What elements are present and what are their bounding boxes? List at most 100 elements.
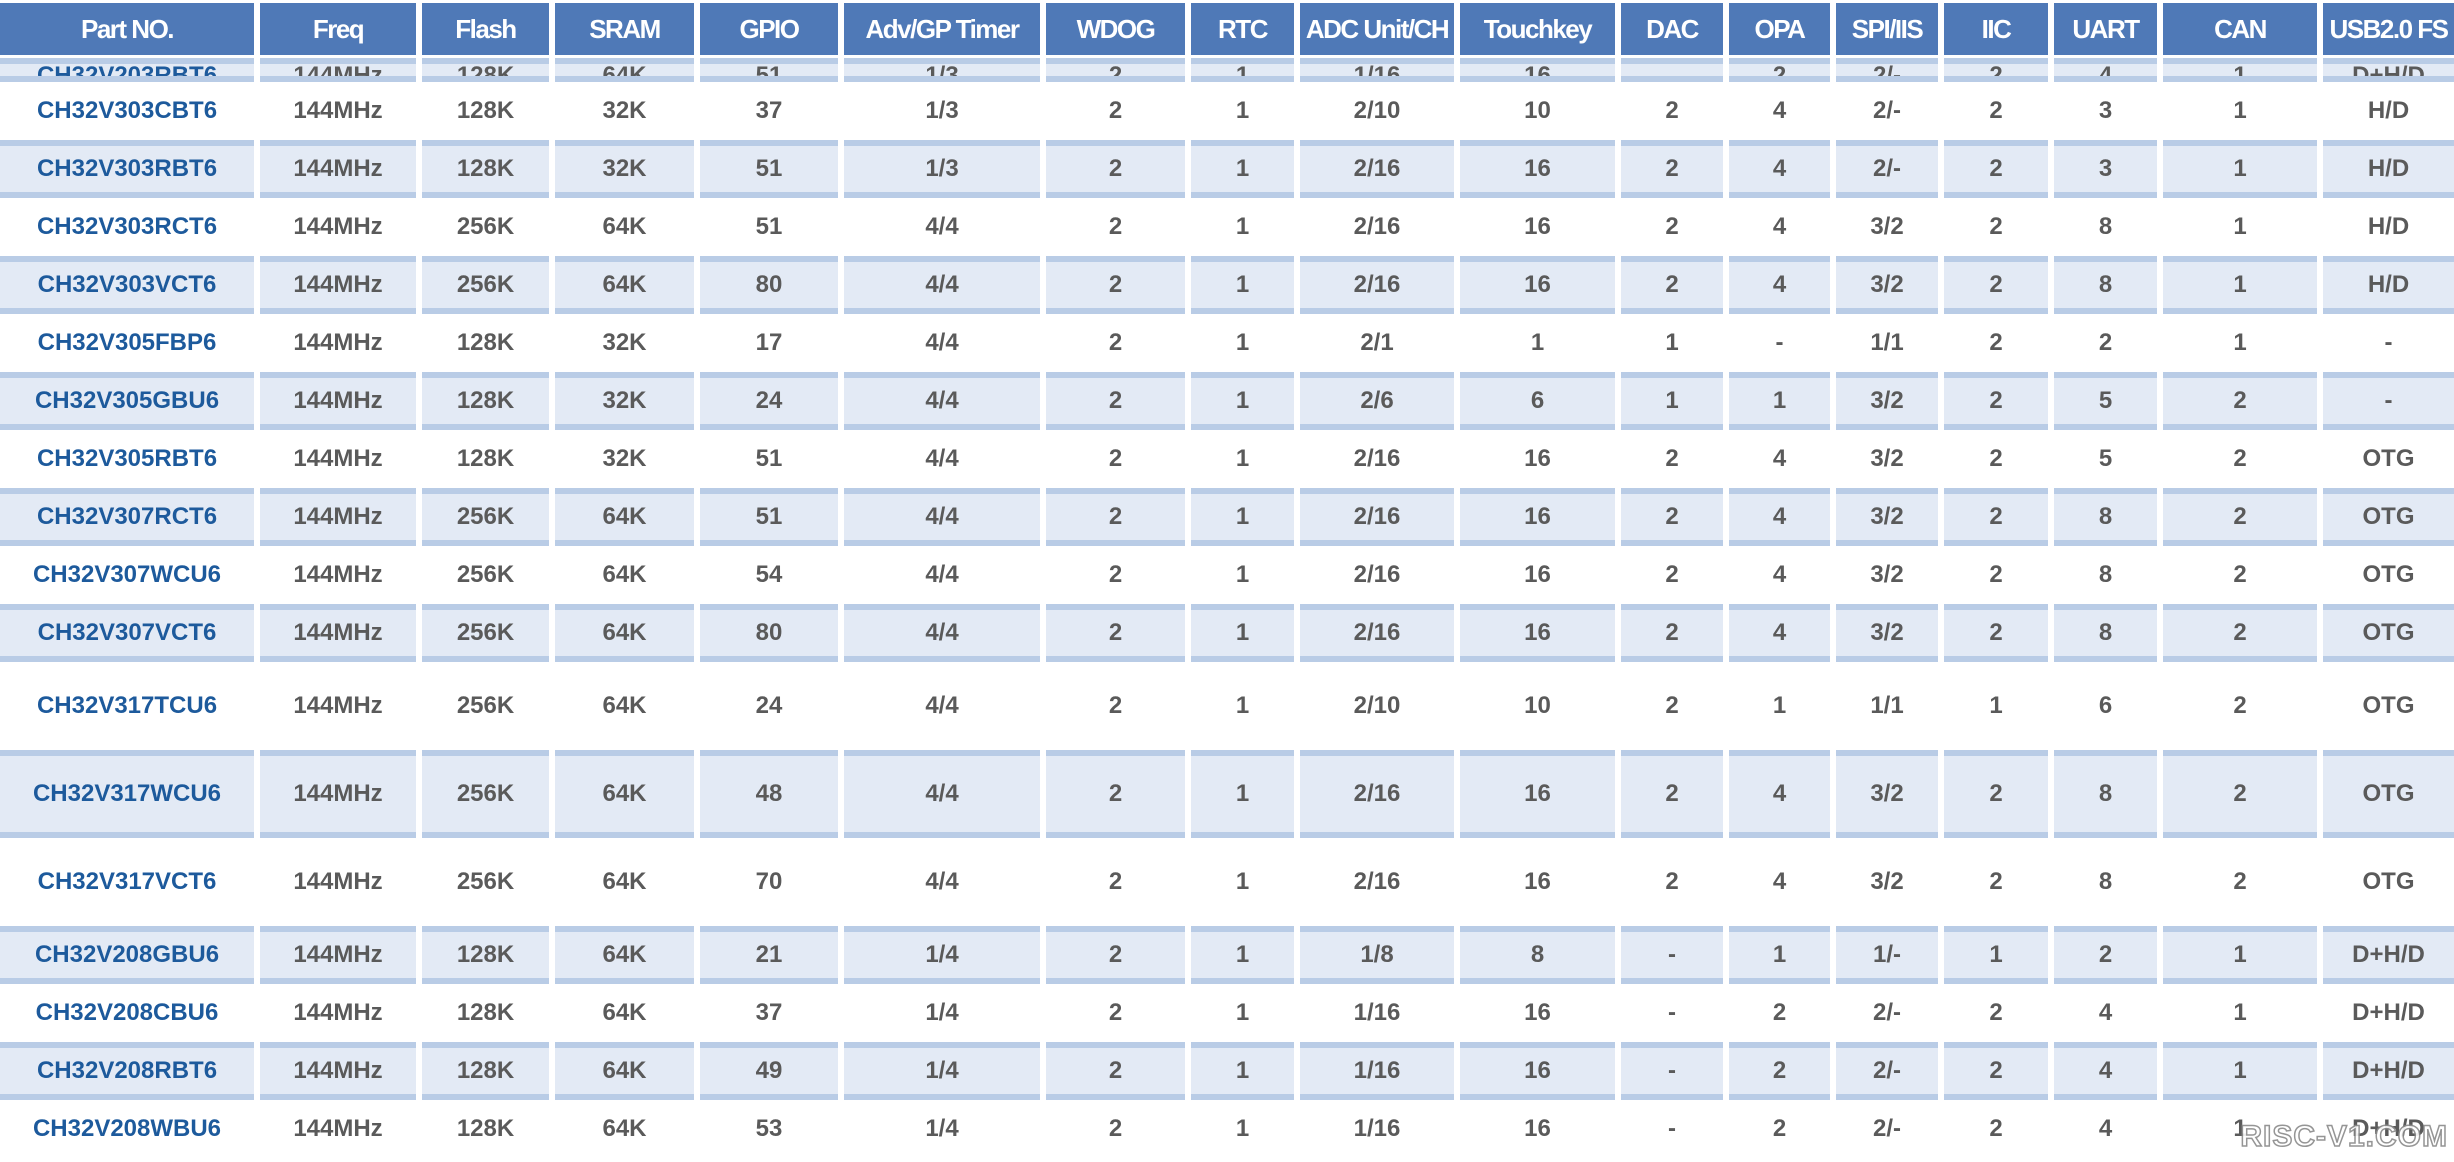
table-cell: 16: [1460, 488, 1615, 546]
table-cell: 1/16: [1300, 1042, 1454, 1100]
watermark-logo: RISC-V1.COM: [2240, 1119, 2448, 1154]
table-cell: 1/-: [1836, 926, 1938, 984]
table-cell: 2: [2163, 488, 2317, 546]
part-number-cell: CH32V307WCU6: [32, 561, 222, 588]
table-cell: 1: [1191, 604, 1294, 662]
table-cell: 2/16: [1353, 868, 1401, 895]
table-cell: 8: [2054, 256, 2157, 314]
table-cell: OTG: [2362, 692, 2415, 719]
table-cell: 2: [1108, 999, 1123, 1026]
table-cell: 2: [1108, 868, 1123, 895]
table-cell: 2: [2098, 329, 2113, 356]
table-cell: 2: [1665, 868, 1679, 895]
table-cell: 144MHz: [260, 372, 416, 430]
cell-text: 128K: [456, 62, 515, 82]
table-cell: OTG: [2362, 445, 2415, 472]
table-row: CH32V317WCU6 144MHz 256K 64K 48 4/4 2 1 2/16 16 2 4…: [0, 750, 2454, 838]
cell-text: 2: [1108, 62, 1123, 82]
table-cell: 2: [1108, 213, 1123, 240]
table-cell: 144MHz: [260, 256, 416, 314]
table-cell: 4/4: [925, 329, 959, 356]
table-cell: 1/3: [925, 97, 959, 124]
table-cell: 1/4: [844, 1042, 1040, 1100]
part-number-cell: CH32V303RCT6: [36, 213, 218, 240]
table-cell: 64K: [555, 488, 694, 546]
table-cell: 1/1: [1870, 692, 1904, 719]
cell-text: 51: [755, 62, 783, 82]
table-cell: 2: [2163, 372, 2317, 430]
table-cell: 128K: [422, 372, 549, 430]
table-cell: 1: [2163, 140, 2317, 198]
table-cell: 10: [1524, 692, 1551, 719]
column-header: UART: [2054, 3, 2157, 55]
table-cell: 4: [1729, 256, 1830, 314]
table-cell: 3/2: [1836, 372, 1938, 430]
table-cell: 8: [1460, 926, 1615, 984]
table-cell: 4: [1729, 488, 1830, 546]
table-cell: 144MHz: [260, 488, 416, 546]
table-cell: 48: [700, 750, 838, 838]
table-cell: -: [1775, 329, 1784, 356]
table-cell: 1: [1191, 1042, 1294, 1100]
table-cell: 144MHz: [293, 868, 383, 895]
table-cell: 1: [1665, 329, 1679, 356]
column-header: Flash: [422, 3, 549, 55]
column-header: DAC: [1621, 3, 1723, 55]
table-cell: 2: [1944, 256, 2048, 314]
table-cell: 1: [2233, 999, 2247, 1026]
table-cell: 2/16: [1300, 604, 1454, 662]
part-number-cell: CH32V305GBU6: [0, 372, 254, 430]
table-cell: 70: [755, 868, 783, 895]
table-cell: 2/-: [1872, 999, 1901, 1026]
table-cell: 1: [1944, 926, 2048, 984]
table-cell: 2: [1944, 604, 2048, 662]
table-cell: -: [1668, 1115, 1676, 1142]
part-number-cell: CH32V307RCT6: [0, 488, 254, 546]
part-number-cell: CH32V208CBU6: [35, 999, 219, 1026]
part-number-cell: CH32V303RBT6: [0, 140, 254, 198]
table-cell: 1: [2163, 926, 2317, 984]
table-cell: 32K: [555, 372, 694, 430]
table-cell: 3/2: [1836, 604, 1938, 662]
table-cell: 2: [1729, 1042, 1830, 1100]
table-cell: 1: [1235, 561, 1250, 588]
table-cell: 2/16: [1353, 445, 1401, 472]
table-cell: 144MHz: [260, 926, 416, 984]
column-header: Part NO.: [0, 3, 254, 55]
table-cell: 2: [1621, 256, 1723, 314]
column-header: RTC: [1191, 3, 1294, 55]
table-cell: D+H/D: [2352, 999, 2425, 1026]
part-number-cell: CH32V303CBT6: [36, 97, 218, 124]
table-cell: 2: [2054, 926, 2157, 984]
table-cell: 64K: [555, 58, 694, 82]
table-cell: 2: [1046, 926, 1185, 984]
table-cell: OTG: [2323, 604, 2454, 662]
table-cell: -: [2323, 372, 2454, 430]
table-cell: [1621, 58, 1723, 82]
table-cell: 2/10: [1353, 692, 1401, 719]
table-body: CH32V303CBT6 144MHz 128K 32K 37 1/3 2 1 2/10 10 2 4…: [0, 82, 2454, 1158]
table-cell: H/D: [2323, 140, 2454, 198]
column-header: SRAM: [555, 3, 694, 55]
table-cell: 128K: [456, 445, 515, 472]
table-cell: 3: [2098, 97, 2113, 124]
table-cell: 2: [1944, 1042, 2048, 1100]
table-cell: 128K: [422, 58, 549, 82]
column-header: Touchkey: [1460, 3, 1615, 55]
table-cell: 4: [1772, 97, 1787, 124]
table-cell: 2: [1944, 58, 2048, 82]
table-cell: 3: [2054, 140, 2157, 198]
table-cell: 4/4: [844, 372, 1040, 430]
table-cell: 1: [1772, 692, 1787, 719]
table-cell: 128K: [456, 329, 515, 356]
table-cell: 1: [1191, 372, 1294, 430]
table-cell: 1/4: [925, 999, 959, 1026]
table-cell: 2/16: [1353, 213, 1401, 240]
cell-text: 1: [2233, 62, 2247, 82]
table-cell: 1: [1235, 692, 1250, 719]
table-cell: 16: [1460, 58, 1615, 82]
table-cell: 4/4: [844, 604, 1040, 662]
table-cell: 2/-: [1836, 1042, 1938, 1100]
table-cell: 1: [1235, 868, 1250, 895]
table-cell: 4/4: [925, 868, 959, 895]
